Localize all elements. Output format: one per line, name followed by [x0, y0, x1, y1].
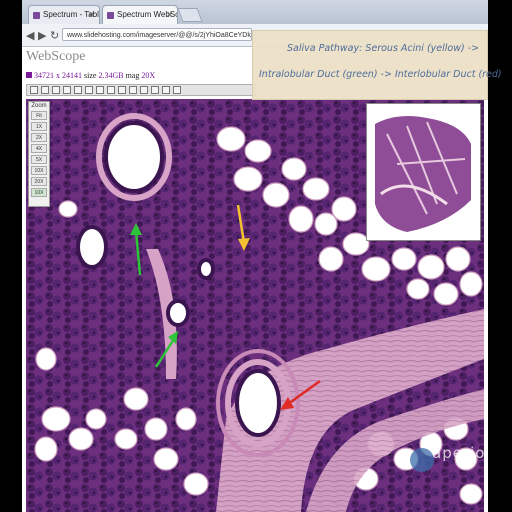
ellipse-icon[interactable] [129, 86, 137, 94]
pan-icon[interactable] [74, 86, 82, 94]
url-field[interactable]: www.slidehosting.com/imageserver/@@/s/2j… [62, 28, 252, 41]
pen-icon[interactable] [107, 86, 115, 94]
favicon-icon [107, 12, 114, 19]
mag-value: 20X [141, 71, 156, 80]
layers-icon[interactable] [162, 86, 170, 94]
new-tab-button[interactable] [177, 8, 203, 22]
annotation-note: Saliva Pathway: Serous Acini (yellow) ->… [252, 30, 502, 100]
size-value: 2.34GB [98, 71, 124, 80]
webscope-page: WebScope 34721 x 24141 size 2.34GB mag 2… [22, 47, 488, 512]
close-tab-icon[interactable]: ✕ [88, 6, 95, 24]
zoom-5x-button[interactable]: 5X [31, 155, 47, 164]
tab-bar: Spectrum - Table ✕ Spectrum WebScope @1 … [22, 0, 488, 24]
tab-spectrum-webscope[interactable]: Spectrum WebScope @1 ✕ [102, 5, 178, 24]
arrow-tool-icon[interactable] [140, 86, 148, 94]
home-icon[interactable] [30, 86, 38, 94]
forward-icon[interactable]: ▶ [38, 29, 46, 42]
size-label: size [84, 71, 97, 80]
snapshot-icon[interactable] [151, 86, 159, 94]
zoom-title: Zoom [31, 103, 47, 109]
zoom-panel: Zoom Fit 1X 2X 4X 5X 10X 20X 10X [28, 101, 50, 207]
aperio-watermark: aperio [432, 444, 486, 462]
close-tab-icon[interactable]: ✕ [166, 6, 173, 24]
zoom-in-icon[interactable] [52, 86, 60, 94]
annotate-icon[interactable] [85, 86, 93, 94]
zoom-2x-button[interactable]: 2X [31, 133, 47, 142]
zoom-4x-button[interactable]: 4X [31, 144, 47, 153]
tab-spectrum-table[interactable]: Spectrum - Table ✕ [28, 5, 100, 24]
aperio-logo-icon [410, 448, 434, 472]
webscope-brand: WebScope [26, 49, 86, 64]
fullscreen-icon[interactable] [173, 86, 181, 94]
mag-label: mag [125, 71, 140, 80]
back-icon[interactable]: ◀ [26, 29, 34, 42]
note-line-1: Saliva Pathway: Serous Acini (yellow) -> [287, 43, 480, 54]
zoom-current-level[interactable]: 10X [31, 188, 47, 197]
favicon-icon [33, 12, 40, 19]
rectangle-icon[interactable] [118, 86, 126, 94]
thumbnail-image [375, 116, 471, 232]
slide-icon [26, 72, 32, 78]
zoom-fit-button[interactable]: Fit [31, 111, 47, 120]
zoom-out-icon[interactable] [63, 86, 71, 94]
zoom-20x-button[interactable]: 20X [31, 177, 47, 186]
slide-info: 34721 x 24141 size 2.34GB mag 20X [26, 71, 155, 80]
hand-icon[interactable] [41, 86, 49, 94]
zoom-1x-button[interactable]: 1X [31, 122, 47, 131]
viewer-toolbar [26, 84, 256, 96]
reload-icon[interactable]: ↻ [50, 29, 59, 42]
ruler-icon[interactable] [96, 86, 104, 94]
note-line-2: Intralobular Duct (green) -> Interlobula… [259, 69, 502, 80]
slide-dims: 34721 x 24141 [34, 71, 82, 80]
zoom-10x-button[interactable]: 10X [31, 166, 47, 175]
slide-thumbnail[interactable] [366, 103, 481, 241]
